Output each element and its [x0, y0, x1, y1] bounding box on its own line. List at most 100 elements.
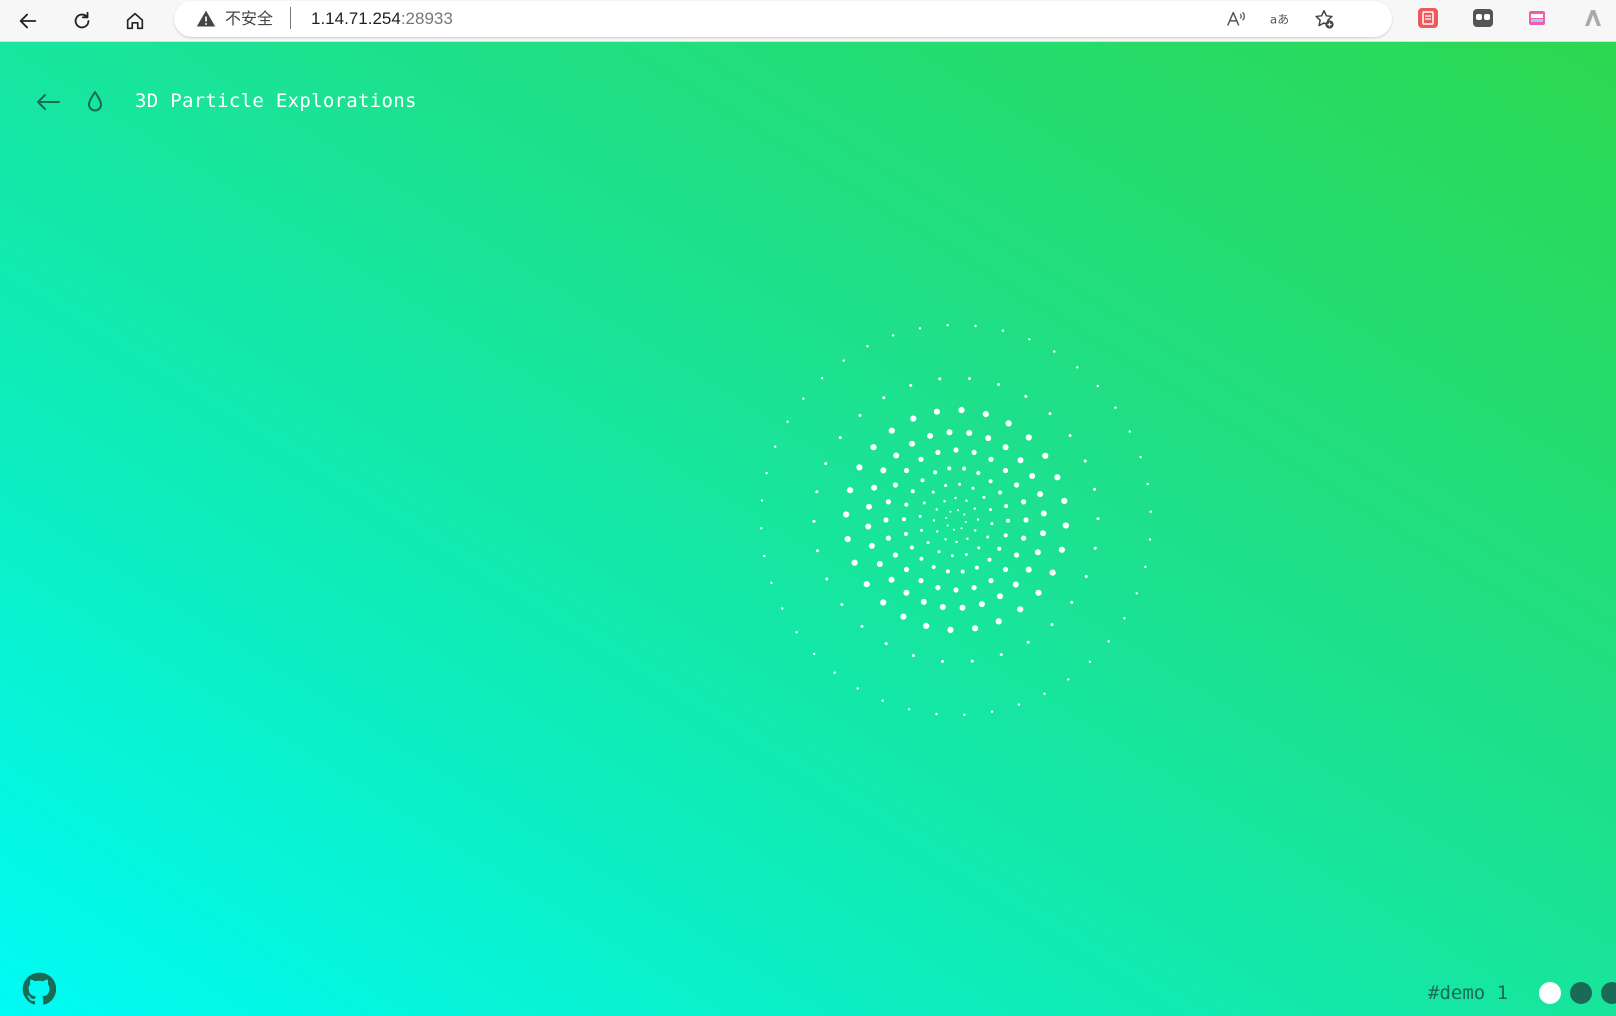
demo-dot-3[interactable] [1601, 982, 1616, 1004]
particle-16 [954, 496, 957, 500]
particle-69 [885, 535, 892, 541]
particle-208 [1128, 430, 1131, 433]
particle-35 [989, 508, 992, 512]
address-bar[interactable]: 不安全 1.14.71.254:28933 aあ [174, 1, 1392, 37]
particle-116 [972, 625, 979, 632]
particle-7 [963, 513, 966, 516]
particle-97 [871, 484, 878, 491]
particle-76 [953, 447, 959, 453]
particle-118 [923, 622, 930, 630]
particle-159 [938, 377, 942, 381]
demo-dot-1[interactable] [1539, 982, 1561, 1004]
particle-123 [844, 536, 851, 543]
particle-128 [888, 427, 895, 434]
particle-179 [935, 712, 938, 716]
particle-84 [1025, 566, 1032, 573]
particle-147 [884, 642, 888, 646]
particle-82 [1040, 530, 1046, 537]
particle-158 [909, 383, 913, 387]
extension-a-button[interactable] [1582, 7, 1604, 29]
particle-190 [760, 499, 764, 502]
translate-button[interactable]: aあ [1269, 8, 1291, 30]
particle-40 [960, 569, 965, 574]
particle-112 [1049, 569, 1056, 576]
back-button[interactable] [11, 4, 45, 38]
particle-124 [843, 511, 850, 518]
particle-63 [971, 585, 977, 591]
particle-26 [926, 541, 930, 545]
particle-102 [946, 429, 953, 436]
url-host: 1.14.71.254 [311, 9, 401, 28]
particle-32 [958, 482, 962, 486]
extension-gray-icon [1473, 9, 1493, 27]
url-text[interactable]: 1.14.71.254:28933 [311, 9, 453, 29]
particle-77 [971, 449, 977, 455]
particle-103 [966, 430, 973, 436]
particle-20 [990, 522, 994, 526]
particle-203 [1028, 338, 1031, 341]
insecure-label[interactable]: 不安全 [225, 9, 273, 29]
particle-12 [936, 530, 939, 533]
home-icon [126, 12, 144, 30]
particle-18 [973, 507, 976, 510]
particle-161 [997, 383, 1001, 386]
particle-104 [985, 435, 992, 442]
particle-188 [763, 554, 766, 558]
particle-157 [882, 396, 886, 400]
water-drop-icon[interactable] [82, 88, 108, 116]
browser-toolbar: 不安全 1.14.71.254:28933 aあ [0, 0, 1616, 42]
particle-field[interactable] [0, 42, 1616, 1016]
particle-204 [1053, 350, 1056, 353]
particle-98 [880, 467, 887, 474]
particle-75 [935, 449, 941, 455]
particle-117 [947, 626, 954, 634]
particle-86 [997, 593, 1003, 600]
particle-110 [1062, 522, 1069, 529]
particle-115 [995, 618, 1002, 625]
particle-160 [968, 377, 971, 381]
particle-54 [988, 479, 993, 484]
page-back-icon[interactable] [34, 88, 62, 116]
particle-15 [943, 500, 946, 503]
particle-145 [941, 659, 944, 663]
particle-73 [903, 467, 910, 474]
url-port: :28933 [400, 9, 453, 28]
extension-gray-button[interactable] [1472, 7, 1494, 29]
particle-41 [945, 569, 950, 574]
particle-192 [774, 445, 777, 448]
particle-62 [988, 578, 994, 584]
read-aloud-icon [1227, 11, 1245, 26]
particle-187 [770, 581, 773, 585]
particle-202 [1001, 329, 1005, 332]
warning-icon[interactable] [196, 9, 216, 29]
github-icon[interactable] [22, 972, 56, 1006]
particle-170 [1135, 592, 1138, 595]
demo-label: #demo 1 [1428, 982, 1509, 1004]
extension-pink-button[interactable] [1526, 7, 1548, 29]
favorite-add-button[interactable] [1313, 8, 1335, 30]
particle-172 [1107, 640, 1110, 643]
particle-184 [813, 652, 816, 656]
particle-91 [903, 589, 910, 596]
particle-31 [944, 484, 948, 487]
reload-button[interactable] [65, 4, 99, 38]
particle-19 [976, 518, 980, 521]
translate-icon: aあ [1270, 13, 1289, 27]
extension-red-button[interactable] [1417, 7, 1439, 29]
particle-181 [881, 699, 884, 702]
particle-130 [933, 408, 941, 415]
particle-4 [945, 517, 948, 519]
home-button[interactable] [118, 4, 152, 38]
read-aloud-button[interactable] [1225, 8, 1247, 30]
particle-36 [1003, 533, 1008, 538]
particle-174 [1067, 678, 1070, 681]
particle-49 [920, 478, 925, 483]
particle-37 [997, 546, 1002, 551]
demo-dot-2[interactable] [1570, 982, 1592, 1004]
extension-pink-icon [1529, 11, 1545, 25]
particle-153 [815, 490, 819, 494]
particle-23 [964, 553, 968, 556]
particle-55 [998, 490, 1003, 495]
particle-126 [856, 464, 863, 471]
particle-71 [885, 499, 892, 505]
